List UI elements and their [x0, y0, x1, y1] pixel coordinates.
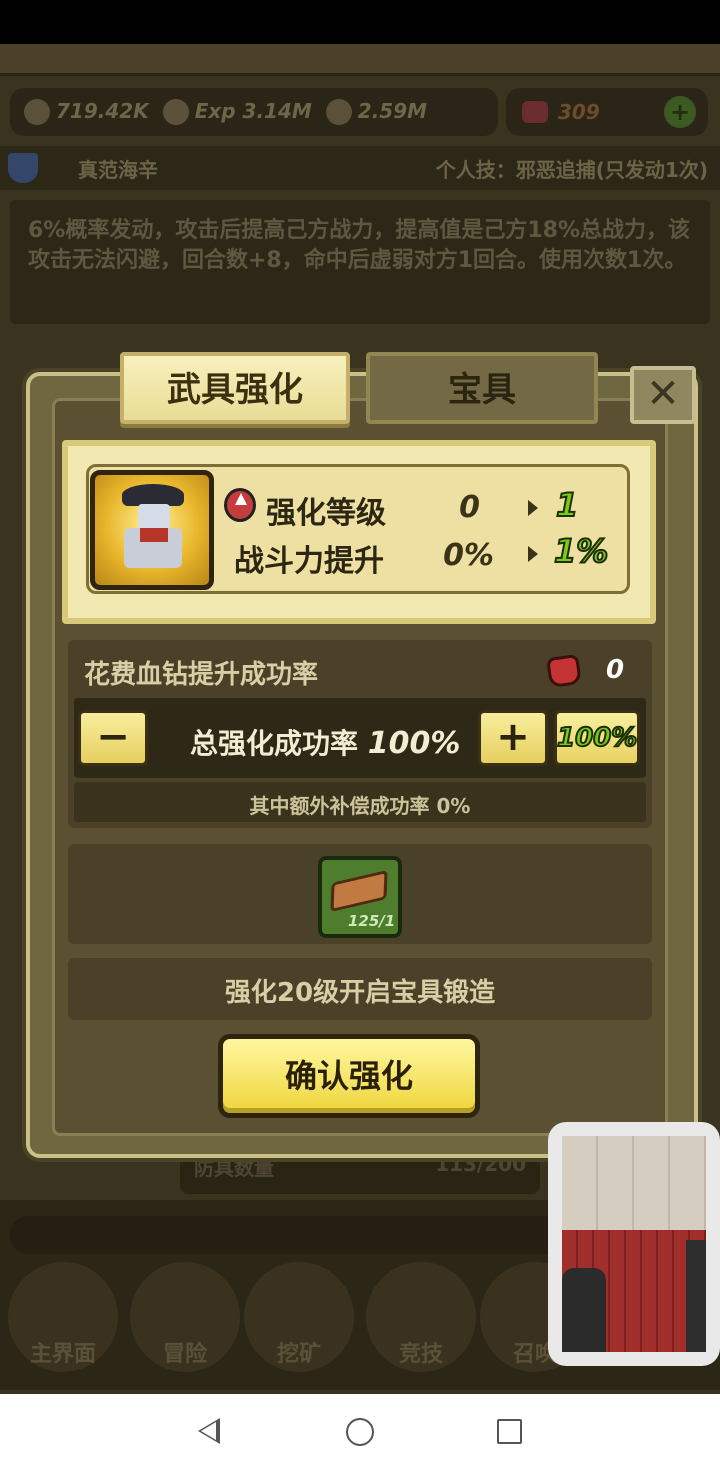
nav-mining[interactable]: 挖矿 — [244, 1262, 354, 1372]
decrease-button[interactable]: − — [78, 710, 148, 766]
power-boost-new: 1% — [553, 531, 609, 571]
power-boost-old: 0% — [443, 538, 494, 573]
gem-cost: 0 — [605, 655, 625, 685]
confirm-enhance-button[interactable]: 确认强化 — [218, 1034, 480, 1118]
nav-adventure[interactable]: 冒险 — [130, 1262, 240, 1372]
coin-icon — [325, 99, 352, 126]
top-bar — [0, 44, 720, 76]
close-icon: ✕ — [646, 371, 680, 417]
hero-hat — [122, 484, 184, 506]
recents-icon[interactable] — [497, 1419, 522, 1444]
app-root: 719.42K Exp 3.14M 2.59M 309 + 真范海辛 个人技：邪… — [0, 0, 720, 1469]
ceiling-image — [562, 1136, 706, 1232]
hand-image — [562, 1268, 606, 1352]
camera-preview[interactable] — [548, 1122, 720, 1366]
home-icon[interactable] — [346, 1418, 374, 1446]
sword-icon — [24, 99, 50, 126]
hero-name: 真范海辛 — [78, 157, 158, 182]
enhance-level-new: 1 — [555, 485, 579, 525]
enhance-level-label: 强化等级 — [266, 496, 386, 531]
tab-weapon-enhance[interactable]: 武具强化 — [120, 352, 350, 424]
rate-badge: 100% — [554, 710, 640, 766]
skill-description: 6%概率发动，攻击后提高己方战力，提高值是己方18%总战力，该攻击无法闪避，回合… — [10, 200, 710, 324]
nav-arena[interactable]: 竞技 — [366, 1262, 476, 1372]
gem-boost-title: 花费血钻提升成功率 — [84, 660, 319, 690]
gem-resource: 309 + — [506, 88, 708, 136]
exp-resource: Exp 3.14M — [162, 99, 312, 126]
arrow-right-icon — [528, 546, 538, 562]
enhance-level-old: 0 — [459, 490, 480, 525]
resource-bar: 719.42K Exp 3.14M 2.59M — [10, 88, 498, 136]
power-boost-label: 战斗力提升 — [234, 544, 384, 579]
window-image — [686, 1240, 706, 1352]
exp-icon — [162, 99, 189, 126]
treasure-unlock-notice: 强化20级开启宝具锻造 — [224, 978, 496, 1008]
back-icon[interactable] — [198, 1418, 220, 1444]
skill-row: 真范海辛 个人技：邪恶追捕(只发动1次) — [0, 146, 720, 190]
increase-button[interactable]: + — [478, 710, 548, 766]
gold-resource: 2.59M — [325, 99, 427, 126]
material-count: 125/1 — [348, 912, 396, 930]
shield-icon — [8, 153, 38, 183]
arrow-right-icon — [528, 500, 538, 516]
add-gems-button[interactable]: + — [664, 96, 696, 128]
personal-skill-title: 个人技：邪恶追捕(只发动1次) — [435, 157, 708, 182]
nav-main[interactable]: 主界面 — [8, 1262, 118, 1372]
gem-icon — [522, 101, 548, 123]
close-button[interactable]: ✕ — [630, 366, 696, 424]
tab-treasure[interactable]: 宝具 — [366, 352, 598, 424]
power-resource: 719.42K — [24, 99, 149, 126]
total-rate: 总强化成功率 100% — [190, 726, 461, 761]
extra-rate-text: 其中额外补偿成功率 0% — [249, 794, 471, 818]
hero-scarf — [140, 528, 168, 542]
level-up-icon — [224, 488, 256, 522]
hero-face — [138, 504, 170, 530]
